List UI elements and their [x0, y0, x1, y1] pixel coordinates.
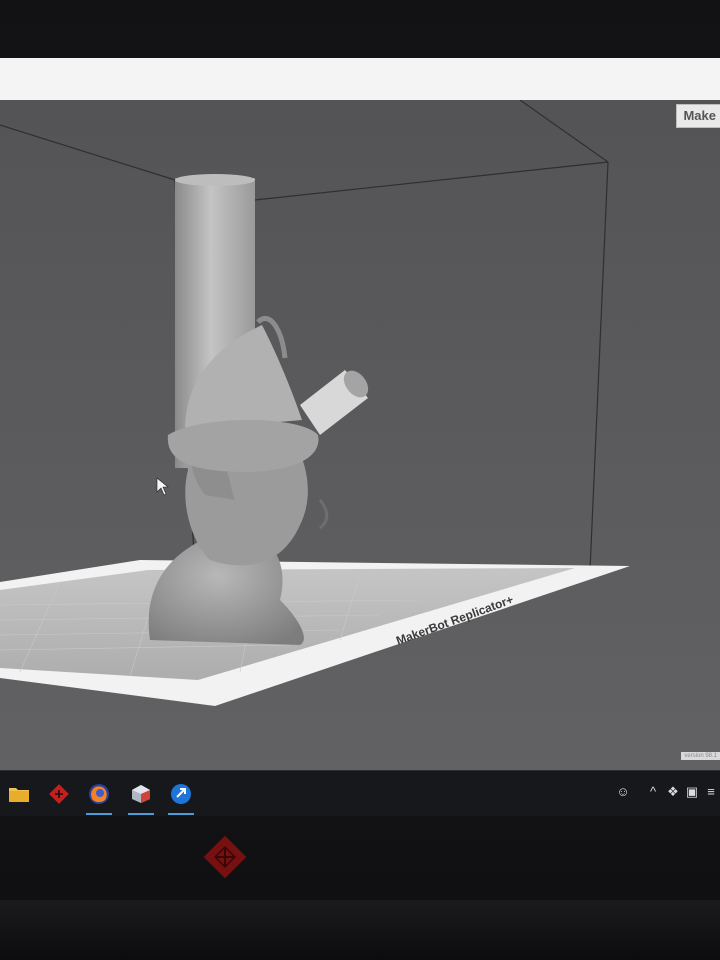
title-strip [0, 58, 720, 100]
chevron-up-icon[interactable]: ^ [644, 783, 662, 801]
taskbar-file-explorer[interactable] [4, 779, 34, 809]
windows-taskbar: ☺ ^ ❖ ▣ ≡ [0, 770, 720, 816]
dropbox-icon[interactable]: ❖ [664, 783, 682, 801]
taskbar-remote[interactable] [166, 779, 196, 815]
version-label: version 98.1 [681, 752, 720, 760]
wifi-icon[interactable]: ≡ [702, 783, 720, 801]
taskbar-firefox[interactable] [84, 779, 114, 815]
network-icon[interactable]: ▣ [683, 783, 701, 801]
model-tube-top [175, 174, 255, 186]
taskbar-omen[interactable] [44, 779, 74, 809]
taskbar-makerbot[interactable] [126, 779, 156, 815]
omen-logo-icon [203, 835, 247, 879]
remote-icon [171, 784, 191, 804]
omen-icon [49, 784, 69, 804]
folder-icon [9, 788, 29, 802]
screen: MakerBot Replicator+ Make version 98.1 ☺… [0, 58, 720, 816]
app-title-tag: Make [676, 104, 720, 128]
monitor-stand [0, 900, 720, 960]
people-icon[interactable]: ☺ [614, 783, 632, 801]
firefox-icon [89, 784, 109, 804]
makerbot-icon [132, 785, 150, 803]
3d-viewport[interactable]: MakerBot Replicator+ [0, 100, 720, 790]
